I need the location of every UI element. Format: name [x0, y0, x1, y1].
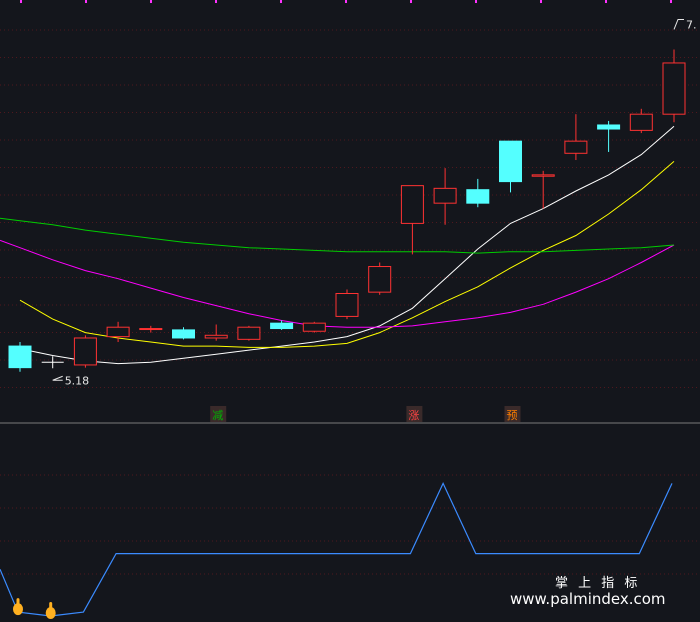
top-tick-mark — [540, 0, 542, 3]
candle-body — [204, 334, 228, 339]
candle-body — [139, 328, 163, 331]
top-tick-mark — [410, 0, 412, 3]
top-tick-mark — [20, 0, 22, 3]
high-price-label: 7. — [686, 18, 697, 31]
top-tick-mark — [475, 0, 477, 3]
hand-pointer-finger — [16, 598, 20, 608]
candle — [499, 140, 522, 193]
candle — [172, 327, 195, 340]
candle — [335, 289, 359, 320]
signal-label: 减 — [212, 409, 223, 422]
candlestick-series — [8, 49, 686, 372]
candle-body — [8, 345, 32, 369]
candle-body — [662, 62, 686, 115]
price-labels: 5.18 7. — [52, 18, 697, 387]
moving-average-line — [19, 161, 675, 348]
candle — [139, 325, 163, 333]
candle — [531, 170, 555, 209]
signal-badges: 减涨预 — [210, 406, 521, 422]
candle — [41, 356, 64, 369]
grid-lines — [0, 0, 700, 575]
candle-body — [629, 113, 653, 131]
candle-body — [499, 140, 522, 183]
signal-badge: 涨 — [406, 406, 423, 422]
candle-body — [368, 266, 392, 293]
moving-average-line — [0, 217, 675, 254]
signal-label: 涨 — [408, 409, 419, 422]
candle — [368, 262, 392, 295]
watermark: 掌 上 指 标 www.palmindex.com — [510, 576, 666, 608]
candle — [662, 49, 686, 123]
candle-body — [335, 292, 359, 317]
candle — [433, 168, 457, 225]
candle — [564, 114, 588, 161]
candle — [597, 120, 621, 152]
low-price-label: 5.18 — [65, 374, 90, 387]
signal-badge: 预 — [504, 406, 521, 422]
candle-body — [400, 185, 424, 224]
candle-body — [237, 326, 261, 340]
candle-body — [597, 124, 621, 130]
candle — [237, 325, 261, 341]
candle-body — [73, 337, 97, 366]
top-tick-mark — [280, 0, 282, 3]
hand-pointer-icon — [13, 598, 23, 616]
candle — [8, 342, 32, 372]
high-label-pointer — [673, 18, 684, 30]
watermark-url: www.palmindex.com — [510, 590, 666, 608]
candle-body — [564, 140, 588, 154]
candle — [73, 335, 97, 368]
hand-pointer-icon — [45, 602, 56, 619]
signal-badge: 减 — [210, 406, 227, 422]
top-tick-mark — [215, 0, 217, 3]
top-tick-mark — [85, 0, 87, 3]
chart-stage: 5.18 7. 减 涨 预 掌 上 指 标 www.palmindex.com — [0, 0, 700, 619]
candle — [400, 185, 424, 255]
candle-body — [466, 189, 490, 204]
hand-pointer-finger — [49, 602, 53, 611]
top-tick-mark — [605, 0, 607, 3]
candle-body — [433, 187, 457, 204]
top-tick-mark — [150, 0, 152, 3]
candle — [466, 178, 490, 208]
top-tick-mark — [345, 0, 347, 3]
watermark-cn: 掌 上 指 标 — [555, 576, 640, 591]
candle-body — [531, 174, 555, 177]
candle-body — [270, 322, 294, 330]
signal-label: 预 — [507, 409, 518, 422]
low-label-pointer — [52, 375, 63, 381]
top-tick-mark — [670, 0, 672, 3]
candle-body — [302, 322, 326, 332]
candle-body — [106, 326, 130, 338]
moving-average-lines — [0, 125, 675, 365]
candle — [302, 321, 326, 333]
candle-body — [172, 329, 195, 339]
